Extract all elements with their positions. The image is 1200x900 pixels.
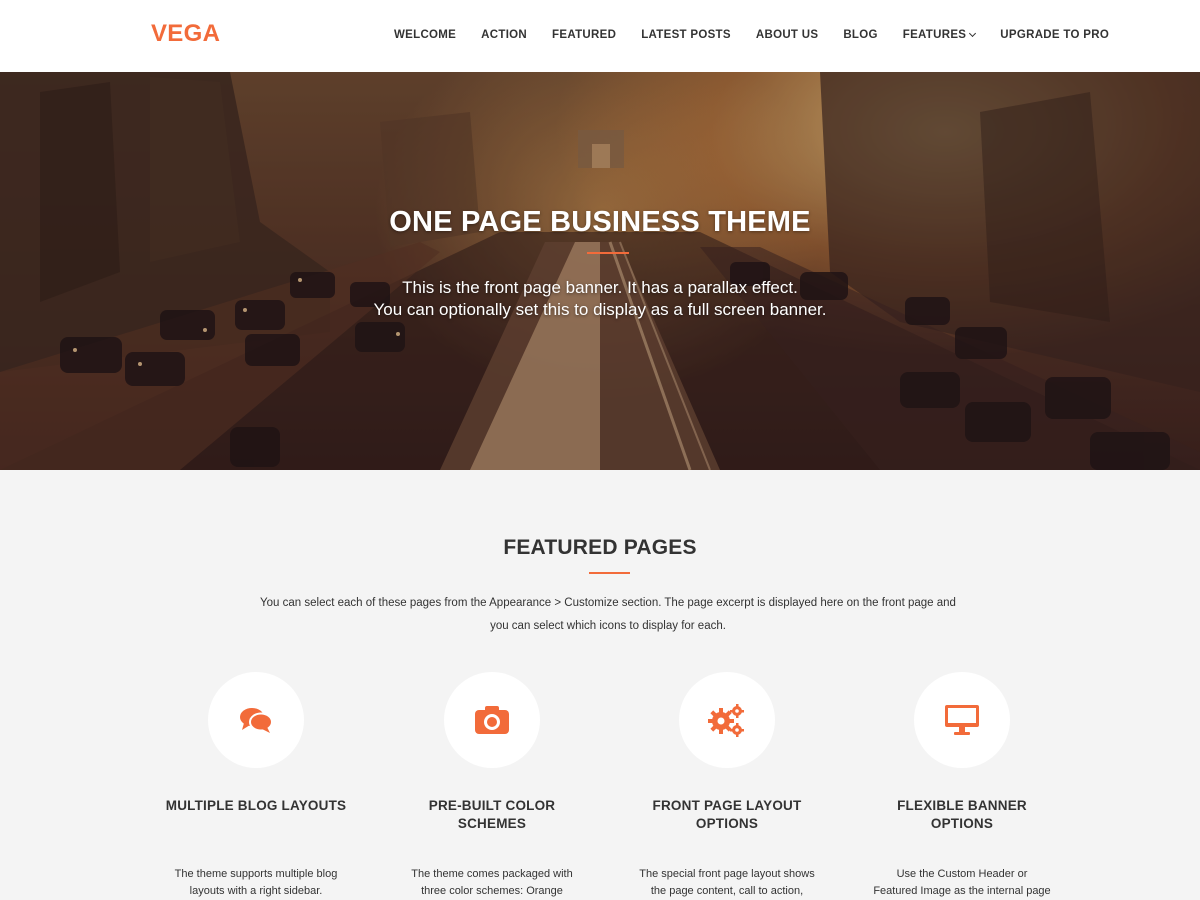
feature-card-title[interactable]: FLEXIBLE BANNER OPTIONS (852, 797, 1072, 833)
featured-pages-title: FEATURED PAGES (503, 536, 697, 559)
feature-card-text: The theme comes packaged with three colo… (382, 866, 602, 900)
feature-card-text-line-2: Featured Image as the internal page (873, 885, 1051, 897)
feature-card-text-line-2: three color schemes: Orange (421, 885, 563, 897)
feature-card-title-line-1: FLEXIBLE BANNER (897, 798, 1027, 813)
hero-subtitle-line-1: This is the front page banner. It has a … (402, 278, 798, 297)
feature-card-text-line-2: layouts with a right sidebar. (189, 885, 323, 897)
nav-item-features-label: FEATURES (902, 29, 967, 41)
feature-card-text-line-1: The theme comes packaged with (411, 868, 573, 880)
main-nav: WELCOME ACTION FEATURED LATEST POSTS ABO… (394, 29, 1109, 41)
nav-item-features[interactable]: FEATURES (902, 29, 977, 41)
nav-item-welcome[interactable]: WELCOME (394, 29, 456, 41)
desktop-icon (945, 705, 979, 735)
feature-card-title-line-1: FRONT PAGE LAYOUT (652, 798, 802, 813)
feature-card-title-line-2: SCHEMES (457, 816, 527, 831)
feature-card-text-line-1: The theme supports multiple blog (174, 868, 338, 880)
feature-icon-circle[interactable] (679, 672, 775, 768)
feature-card-title-line-2: OPTIONS (930, 816, 994, 831)
site-logo[interactable]: VEGA (151, 20, 220, 48)
featured-description-line-2: you can select which icons to display fo… (490, 620, 726, 632)
feature-card-banner-options: FLEXIBLE BANNER OPTIONS Use the Custom H… (852, 672, 1072, 897)
hero-title: ONE PAGE BUSINESS THEME (389, 206, 811, 238)
feature-card-title[interactable]: MULTIPLE BLOG LAYOUTS (146, 797, 366, 815)
featured-description-line-1: You can select each of these pages from … (260, 597, 956, 609)
featured-description: You can select each of these pages from … (258, 592, 958, 638)
hero-banner: ONE PAGE BUSINESS THEME This is the fron… (0, 72, 1200, 470)
hero-overlay (0, 72, 1200, 470)
nav-item-action[interactable]: ACTION (481, 29, 527, 41)
nav-item-latest-posts[interactable]: LATEST POSTS (641, 29, 731, 41)
hero-divider (587, 252, 629, 254)
feature-card-text-line-1: Use the Custom Header or (896, 868, 1028, 880)
feature-card-text: Use the Custom Header or Featured Image … (852, 866, 1072, 900)
gears-icon (708, 704, 744, 737)
camera-icon (475, 706, 509, 734)
feature-card-text: The special front page layout shows the … (617, 866, 837, 900)
feature-card-title-line-1: PRE-BUILT COLOR (428, 798, 556, 813)
nav-item-blog[interactable]: BLOG (843, 29, 877, 41)
feature-card-text-line-1: The special front page layout shows (639, 868, 815, 880)
feature-card-front-page-layout: FRONT PAGE LAYOUT OPTIONS The special fr… (617, 672, 837, 897)
nav-item-featured[interactable]: FEATURED (552, 29, 616, 41)
hero-subtitle-line-2: You can optionally set this to display a… (373, 300, 827, 319)
feature-card-blog-layouts: MULTIPLE BLOG LAYOUTS The theme supports… (146, 672, 366, 897)
feature-card-text: The theme supports multiple blog layouts… (146, 866, 366, 900)
feature-icon-circle[interactable] (914, 672, 1010, 768)
site-header: VEGA WELCOME ACTION FEATURED LATEST POST… (0, 0, 1200, 72)
feature-card-title-line-2: OPTIONS (695, 816, 759, 831)
hero-subtitle: This is the front page banner. It has a … (0, 277, 1200, 321)
featured-divider (589, 572, 630, 574)
feature-card-title[interactable]: FRONT PAGE LAYOUT OPTIONS (617, 797, 837, 833)
comments-icon (240, 708, 273, 733)
feature-card-title-line-1: MULTIPLE BLOG LAYOUTS (165, 798, 347, 813)
nav-item-about-us[interactable]: ABOUT US (756, 29, 818, 41)
feature-card-title[interactable]: PRE-BUILT COLOR SCHEMES (382, 797, 602, 833)
chevron-down-icon (969, 29, 977, 37)
feature-icon-circle[interactable] (444, 672, 540, 768)
feature-card-text-line-2: the page content, call to action, (650, 885, 804, 897)
nav-item-upgrade-to-pro[interactable]: UPGRADE TO PRO (1000, 29, 1109, 41)
feature-icon-circle[interactable] (208, 672, 304, 768)
feature-card-color-schemes: PRE-BUILT COLOR SCHEMES The theme comes … (382, 672, 602, 897)
